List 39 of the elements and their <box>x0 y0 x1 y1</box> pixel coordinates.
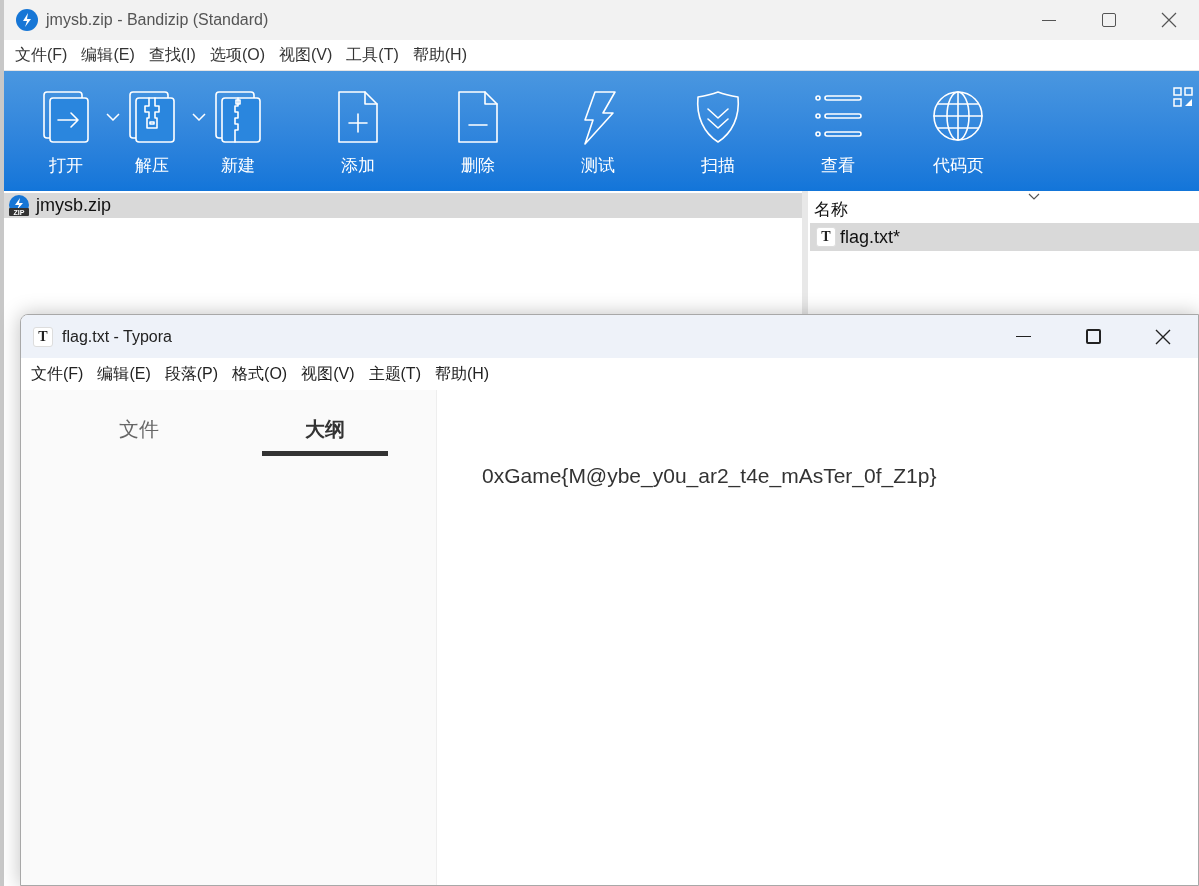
window-title: jmysb.zip - Bandizip (Standard) <box>46 10 269 30</box>
sidebar-tab[interactable]: 大纲 <box>262 410 388 456</box>
menu-item[interactable]: 主题(T) <box>361 362 428 386</box>
menu-item[interactable]: 视图(V) <box>294 362 362 386</box>
file-name: flag.txt* <box>840 225 901 249</box>
text-file-icon: T <box>816 227 836 247</box>
menu-item[interactable]: 文件(F) <box>24 362 91 386</box>
file-arrow-icon <box>41 89 91 145</box>
chevron-down-icon[interactable] <box>1028 193 1040 200</box>
zipper-file-icon <box>127 89 177 145</box>
toolbar-button[interactable]: 删除 <box>430 89 526 179</box>
toolbar-button[interactable]: 查看 <box>790 89 886 179</box>
file-row[interactable]: T flag.txt* <box>810 223 1199 251</box>
toolbar-button[interactable]: 代码页 <box>910 89 1006 179</box>
window-title: flag.txt - Typora <box>62 326 172 347</box>
toolbar-button[interactable]: 添加 <box>310 89 406 179</box>
menu-item[interactable]: 查找(I) <box>141 43 203 67</box>
close-icon <box>1161 12 1177 28</box>
menu-item[interactable]: 工具(T) <box>339 43 406 67</box>
close-icon <box>1155 328 1171 345</box>
menu-item[interactable]: 段落(P) <box>157 362 226 386</box>
menu-item[interactable]: 帮助(H) <box>405 43 474 67</box>
app-logo-icon <box>16 9 38 31</box>
menu-item[interactable]: 选项(O) <box>202 43 272 67</box>
menu-item[interactable]: 编辑(E) <box>74 43 142 67</box>
zipper-file-icon <box>213 89 263 145</box>
toolbar-button[interactable]: 测试 <box>550 89 646 179</box>
text-file-icon: T <box>33 326 53 347</box>
archive-name: jmysb.zip <box>36 194 111 217</box>
menu-item[interactable]: 帮助(H) <box>427 362 497 386</box>
sidebar-tab[interactable]: 文件 <box>76 410 202 456</box>
column-header[interactable]: 名称 <box>808 191 1199 223</box>
document-text: 0xGame{M@ybe_y0u_ar2_t4e_mAsTer_0f_Z1p} <box>482 463 938 490</box>
menu-item[interactable]: 文件(F) <box>8 43 75 67</box>
grid-icon[interactable] <box>1173 87 1193 107</box>
menu-item[interactable]: 编辑(E) <box>90 362 158 386</box>
menu-item[interactable]: 视图(V) <box>272 43 340 67</box>
toolbar-button[interactable]: 扫描 <box>670 89 766 179</box>
menu-item[interactable]: 格式(O) <box>225 362 295 386</box>
